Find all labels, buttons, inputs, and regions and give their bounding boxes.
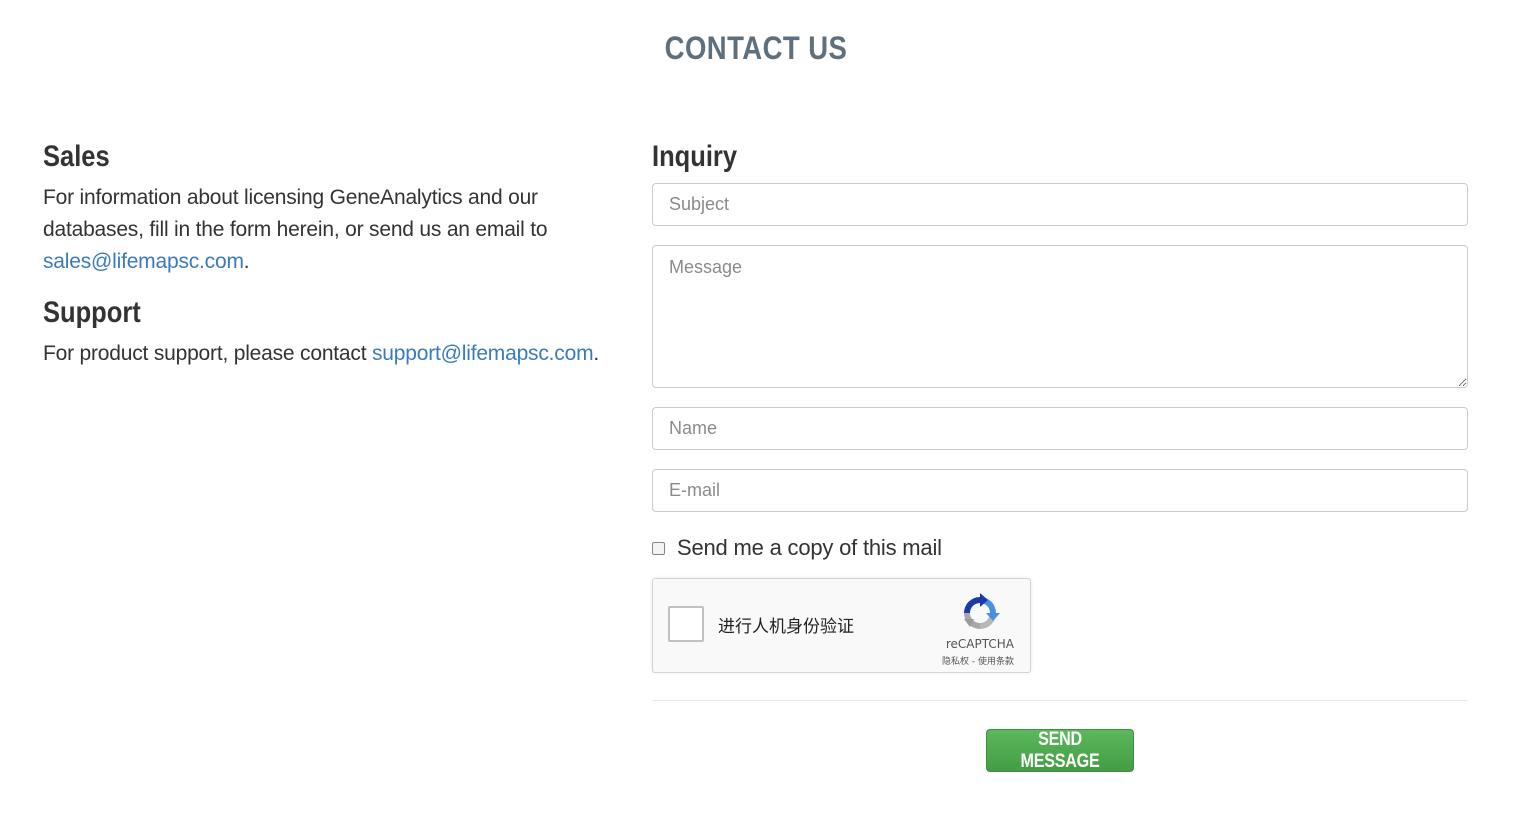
inquiry-form: Inquiry Send me a copy of this mail 进行人机… — [652, 140, 1468, 701]
sales-heading: Sales — [43, 140, 110, 173]
sales-text: For information about licensing GeneAnal… — [43, 182, 613, 278]
sales-section: Sales For information about licensing Ge… — [43, 140, 613, 278]
recaptcha-widget: 进行人机身份验证 reCAPTCHA 隐私权 - 使用条款 — [652, 578, 1031, 673]
recaptcha-brand: reCAPTCHA — [945, 637, 1014, 651]
send-message-label: SEND MESSAGE — [1020, 728, 1100, 772]
subject-input[interactable] — [652, 183, 1468, 226]
email-input[interactable] — [652, 469, 1468, 512]
recaptcha-logo-icon — [964, 593, 1000, 629]
support-heading: Support — [43, 296, 141, 329]
send-message-button[interactable]: SEND MESSAGE — [986, 729, 1134, 772]
form-divider — [652, 700, 1468, 701]
support-email-link[interactable]: support@lifemapsc.com — [372, 342, 594, 365]
recaptcha-terms-link[interactable]: 隐私权 - 使用条款 — [942, 654, 1014, 667]
sales-text-before: For information about licensing GeneAnal… — [43, 186, 548, 241]
send-copy-row: Send me a copy of this mail — [652, 531, 1468, 565]
sales-text-after: . — [243, 250, 250, 273]
inquiry-heading: Inquiry — [652, 140, 738, 173]
page-title: CONTACT US — [664, 30, 848, 66]
support-section: Support For product support, please cont… — [43, 296, 613, 370]
support-text-after: . — [593, 342, 600, 365]
sales-email-link[interactable]: sales@lifemapsc.com — [43, 250, 244, 273]
support-text-before: For product support, please contact — [43, 342, 372, 365]
contact-info-column: Sales For information about licensing Ge… — [43, 140, 613, 370]
message-textarea[interactable] — [652, 245, 1468, 388]
recaptcha-checkbox[interactable] — [668, 606, 704, 642]
support-text: For product support, please contact supp… — [43, 338, 613, 370]
send-copy-checkbox[interactable] — [652, 541, 665, 555]
name-input[interactable] — [652, 407, 1468, 450]
send-copy-label[interactable]: Send me a copy of this mail — [677, 535, 942, 561]
recaptcha-label: 进行人机身份验证 — [718, 617, 854, 637]
